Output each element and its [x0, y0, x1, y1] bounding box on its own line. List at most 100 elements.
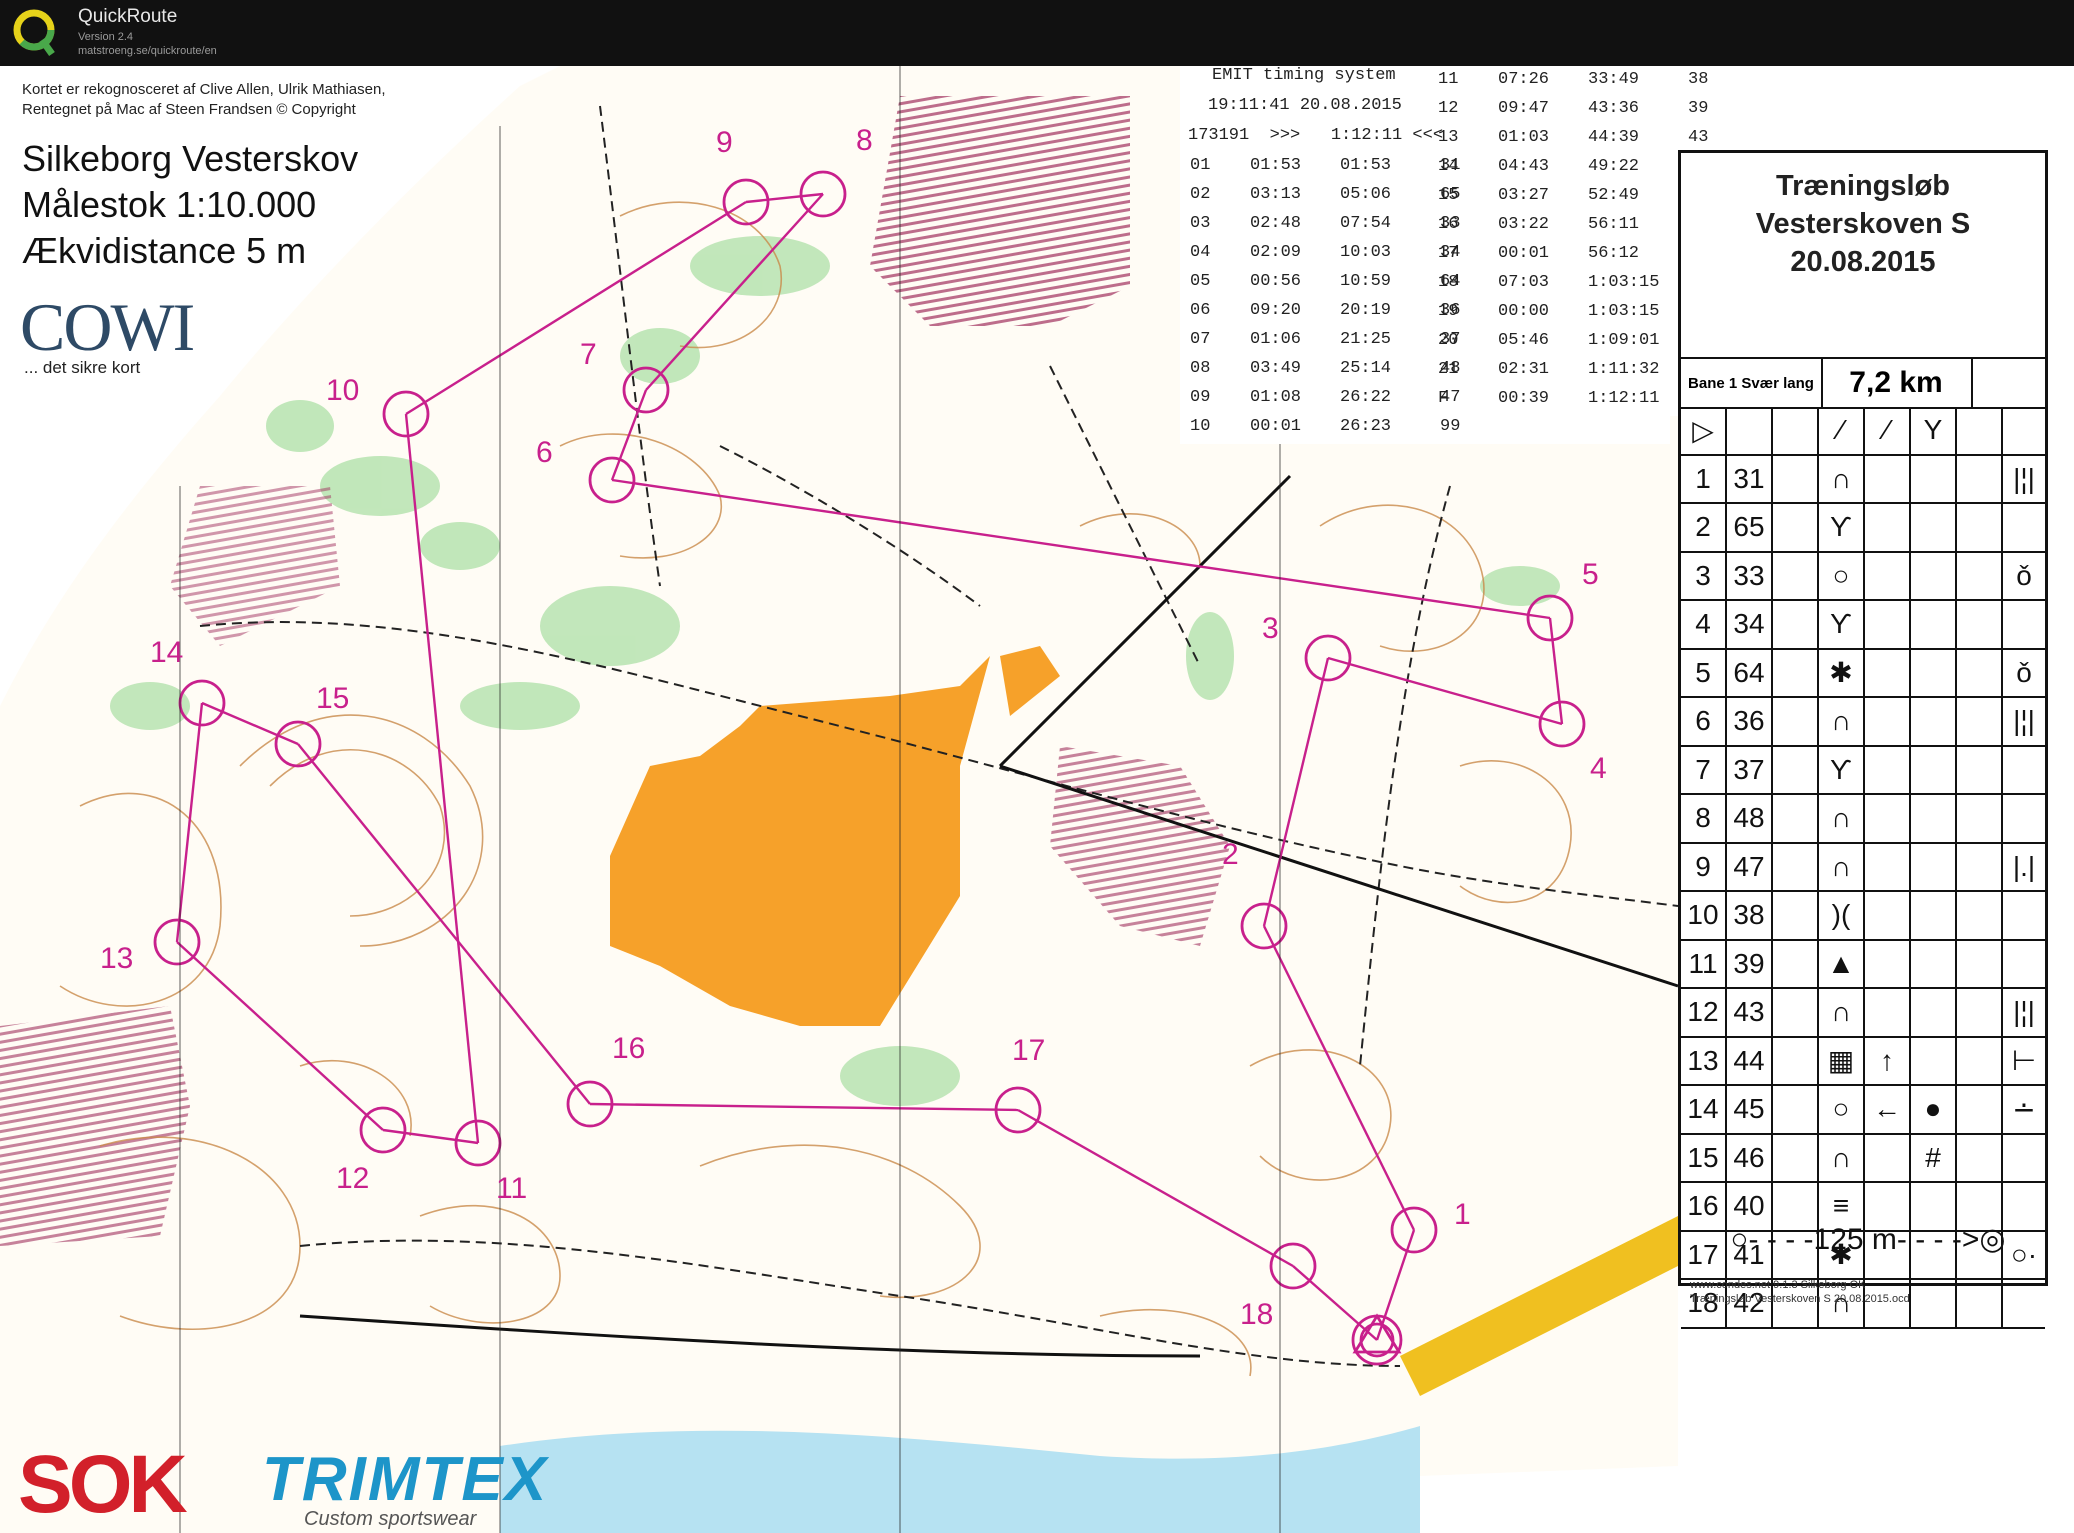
timing-cell: F — [1438, 389, 1449, 408]
control-order: 10 — [1681, 892, 1727, 939]
timing-cell: 05:06 — [1340, 185, 1392, 204]
direction-symbol-icon: ↑ — [1865, 1037, 1911, 1084]
control-order: 2 — [1681, 504, 1727, 551]
timing-cell: 00:01 — [1498, 244, 1550, 263]
map-title: Silkeborg Vesterskov Målestok 1:10.000 Æ… — [22, 136, 358, 274]
timing-cell: 18 — [1438, 273, 1459, 292]
empty-cell — [1773, 455, 1819, 502]
timing-cell: 02:48 — [1250, 214, 1302, 233]
sheet-footnote: www.condes.net 9.1.3 Silkeborg OK Trænin… — [1690, 1278, 1910, 1306]
detail-symbol-icon: ⊢ — [2011, 1045, 2037, 1077]
detail-symbol-icon — [2003, 601, 2045, 648]
empty-cell — [1773, 795, 1819, 842]
direction-symbol-icon — [1865, 843, 1911, 890]
timing-cell: 04 — [1190, 243, 1211, 262]
appearance-symbol-icon — [1911, 892, 1957, 939]
timing-cell: 56:11 — [1588, 215, 1640, 234]
appearance-symbol-icon — [1911, 552, 1957, 599]
course-name: Bane 1 Svær lang — [1681, 359, 1823, 407]
app-url[interactable]: matstroeng.se/quickroute/en — [78, 45, 217, 57]
direction-symbol-icon: ← — [1865, 1086, 1911, 1133]
direction-symbol-icon — [1865, 504, 1911, 551]
map-place: Silkeborg Vesterskov — [22, 138, 359, 179]
control-number-12: 12 — [336, 1162, 370, 1195]
control-code: 65 — [1727, 504, 1773, 551]
description-row: 7 37 Ƴ — [1681, 746, 2045, 795]
feature-symbol-icon: ○ — [1819, 1086, 1865, 1133]
timing-cell: 17 — [1438, 244, 1459, 263]
timing-cell: 21:25 — [1340, 330, 1392, 349]
appearance-symbol-icon — [1911, 843, 1957, 890]
control-order: 1 — [1681, 455, 1727, 502]
feature-symbol-icon: ∩ — [1819, 1134, 1865, 1181]
description-row: 1 31 ∩ |¦| — [1681, 455, 2045, 504]
appearance-symbol-icon — [1911, 940, 1957, 987]
control-order: 14 — [1681, 1086, 1727, 1133]
timing-cell: 11 — [1438, 70, 1459, 89]
control-number-14: 14 — [150, 636, 184, 669]
footnote-line-1: www.condes.net 9.1.3 Silkeborg OK — [1690, 1279, 1866, 1291]
empty-cell — [1773, 698, 1819, 745]
feature-symbol-icon: ▲ — [1819, 940, 1865, 987]
timing-row: 09 01:08 26:22 47 — [1190, 388, 1480, 417]
timing-cell: 99 — [1440, 417, 1461, 436]
timing-cell: 20:19 — [1340, 301, 1392, 320]
control-order: 7 — [1681, 746, 1727, 793]
detail-symbol-icon: |¦| — [2013, 462, 2035, 494]
direction-symbol-icon — [1865, 940, 1911, 987]
empty-cell — [1773, 1037, 1819, 1084]
empty-cell — [1957, 1037, 2003, 1084]
feature-symbol-icon: ∩ — [1819, 989, 1865, 1036]
appearance-symbol-icon — [1911, 795, 1957, 842]
sok-logo: SOK — [18, 1439, 188, 1530]
control-number-1: 1 — [1454, 1198, 1471, 1231]
timing-cell: 00:00 — [1498, 302, 1550, 321]
timing-row: 03 02:48 07:54 33 — [1190, 214, 1480, 243]
timing-cell: 08 — [1190, 359, 1211, 378]
timing-row: 04 02:09 10:03 34 — [1190, 243, 1480, 272]
control-code: 39 — [1727, 940, 1773, 987]
detail-symbol-icon — [2003, 504, 2045, 551]
timing-cell: 02:31 — [1498, 360, 1550, 379]
cowi-logo: COWI — [20, 289, 195, 365]
control-number-6: 6 — [536, 436, 553, 469]
description-title-3: 20.08.2015 — [1790, 246, 1936, 278]
timing-cell: 13 — [1438, 128, 1459, 147]
control-code: 38 — [1727, 892, 1773, 939]
timing-cell: 01 — [1190, 156, 1211, 175]
control-number-8: 8 — [856, 124, 873, 157]
direction-symbol-icon — [1865, 601, 1911, 648]
control-number-10: 10 — [326, 374, 360, 407]
timing-cell: 01:53 — [1250, 156, 1302, 175]
timing-header-3: 173191 >>> 1:12:11 <<< — [1188, 126, 1444, 145]
timing-row: 06 09:20 20:19 36 — [1190, 301, 1480, 330]
trimtex-logo: TRIMTEX — [262, 1445, 549, 1514]
timing-cell: 38 — [1688, 70, 1709, 89]
appearance-symbol-icon — [1911, 698, 1957, 745]
slash-icon: ⁄ — [1865, 407, 1911, 454]
empty-cell — [1957, 601, 2003, 648]
control-order: 11 — [1681, 940, 1727, 987]
control-order: 8 — [1681, 795, 1727, 842]
start-row: ▷ ⁄ ⁄ Y — [1681, 407, 2045, 456]
control-order: 15 — [1681, 1134, 1727, 1181]
orienteering-map[interactable]: Kortet er rekognosceret af Clive Allen, … — [0, 66, 2074, 1533]
empty-cell — [1957, 746, 2003, 793]
appearance-symbol-icon: # — [1911, 1134, 1957, 1181]
restricted-area-southwest — [0, 1006, 190, 1246]
empty-cell — [1957, 1280, 2003, 1327]
timing-header-2: 19:11:41 20.08.2015 — [1208, 96, 1402, 115]
timing-cell: 12 — [1438, 99, 1459, 118]
timing-cell: 1:11:32 — [1588, 360, 1660, 379]
empty-cell — [1957, 940, 2003, 987]
direction-symbol-icon — [1865, 892, 1911, 939]
detail-symbol-icon: |.| — [2012, 850, 2036, 882]
credit-line-2: Rentegnet på Mac af Steen Frandsen © Cop… — [22, 101, 356, 118]
timing-cell: 49:22 — [1588, 157, 1640, 176]
appearance-symbol-icon — [1911, 1037, 1957, 1084]
appearance-symbol-icon — [1911, 746, 1957, 793]
feature-symbol-icon: ∩ — [1819, 795, 1865, 842]
empty-cell — [1773, 746, 1819, 793]
timing-cell: 33:49 — [1588, 70, 1640, 89]
empty-cell — [1957, 989, 2003, 1036]
